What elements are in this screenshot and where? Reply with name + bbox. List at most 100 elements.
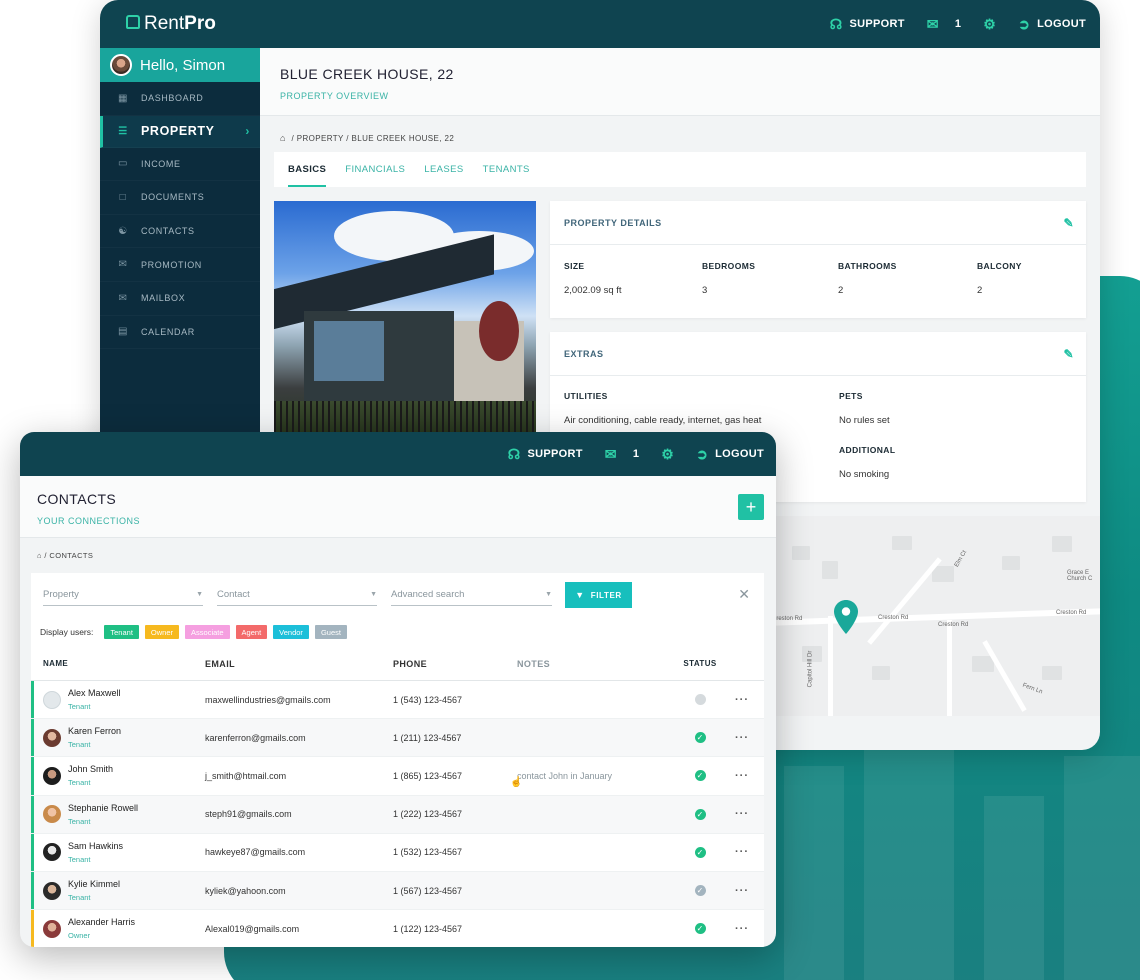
- map-label: Creston Rd: [878, 615, 909, 621]
- avatar: [43, 843, 61, 862]
- avatar: [43, 728, 61, 747]
- detail-balcony: BALCONY 2: [977, 261, 1022, 296]
- more-options-button[interactable]: ···: [720, 770, 764, 782]
- property-map[interactable]: Creston Rd Creston Rd Creston Rd Creston…: [772, 516, 1100, 716]
- contact-phone: 1 (865) 123-4567: [393, 770, 463, 781]
- card-header: EXTRAS ✎: [550, 332, 1086, 376]
- support-label: SUPPORT: [849, 18, 905, 30]
- tab-leases[interactable]: LEASES: [424, 152, 463, 187]
- contact-phone: 1 (567) 123-4567: [393, 885, 463, 896]
- tab-basics[interactable]: BASICS: [288, 152, 327, 187]
- card-icon: ▭: [117, 158, 129, 170]
- skyline-building: [984, 796, 1044, 980]
- filter-button[interactable]: ▼ FILTER: [565, 582, 632, 608]
- table-row[interactable]: Stephanie Rowell Tenant steph91@gmails.co…: [31, 795, 764, 834]
- chip-associate[interactable]: Associate: [185, 625, 230, 639]
- extras-label: PETS: [839, 391, 863, 401]
- property-details-card: PROPERTY DETAILS ✎ SIZE 2,002.09 sq ft BE…: [550, 201, 1086, 318]
- column-phone[interactable]: PHONE: [393, 659, 517, 669]
- tab-tenants[interactable]: TENANTS: [483, 152, 530, 187]
- status-cell: ✓: [680, 732, 720, 744]
- property-photo[interactable]: [274, 201, 536, 441]
- chevron-down-icon: ▼: [545, 591, 552, 598]
- advanced-search-placeholder: Advanced search: [391, 589, 465, 600]
- mail-button[interactable]: ✉ 1: [605, 446, 639, 463]
- extras-pets: PETS No rules set: [839, 391, 890, 426]
- more-options-button[interactable]: ···: [720, 885, 764, 897]
- close-icon[interactable]: ✕: [738, 586, 750, 603]
- contact-name-cell: Sam Hawkins Tenant: [31, 841, 205, 864]
- advanced-search-select[interactable]: Advanced search ▼: [391, 584, 552, 606]
- home-icon[interactable]: ⌂: [37, 551, 42, 560]
- document-icon: □: [119, 191, 127, 203]
- property-select[interactable]: Property ▼: [43, 584, 203, 606]
- logout-icon: ➲: [696, 445, 709, 462]
- tabs: BASICS FINANCIALS LEASES TENANTS: [274, 152, 1086, 187]
- user-greeting[interactable]: Hello, Simon: [100, 48, 260, 82]
- column-email[interactable]: EMAIL: [205, 659, 393, 669]
- add-contact-button[interactable]: +: [738, 494, 764, 520]
- more-options-button[interactable]: ···: [720, 694, 764, 706]
- status-check-icon: ✓: [694, 770, 706, 782]
- edit-pencil-icon[interactable]: ✎: [1063, 216, 1074, 230]
- contact-name: Stephanie Rowell: [68, 802, 139, 813]
- support-button[interactable]: ☊ SUPPORT: [830, 16, 905, 33]
- role-bar: [31, 719, 34, 757]
- column-notes[interactable]: NOTES: [517, 659, 680, 669]
- contact-email: kyliek@yahoon.com: [205, 885, 286, 896]
- logo[interactable]: Rent Pro: [126, 13, 216, 35]
- sidebar-item-income[interactable]: ▭ INCOME: [100, 148, 260, 182]
- table-row[interactable]: Kylie Kimmel Tenant kyliek@yahoon.com 1 (…: [31, 871, 764, 911]
- page-header: BLUE CREEK HOUSE, 22 PROPERTY OVERVIEW: [260, 48, 1100, 116]
- page-title: BLUE CREEK HOUSE, 22: [280, 66, 454, 82]
- more-options-button[interactable]: ···: [720, 732, 764, 744]
- column-name[interactable]: NAME: [31, 659, 205, 668]
- map-building: [1042, 666, 1062, 680]
- logout-button[interactable]: ➲ LOGOUT: [696, 446, 764, 463]
- map-pin-icon[interactable]: [834, 600, 858, 634]
- chip-guest[interactable]: Guest: [314, 625, 347, 639]
- stage: Rent Pro ☊ SUPPORT ✉ 1 ⚙ ➲ LOGOUT Hello,…: [0, 0, 1140, 980]
- sidebar-item-mailbox[interactable]: ✉ MAILBOX: [100, 282, 260, 316]
- contact-email: j_smith@htmail.com: [205, 770, 287, 781]
- sidebar-item-dashboard[interactable]: ▦ DASHBOARD: [100, 82, 260, 116]
- table-row[interactable]: Alexander Harris Owner Alexal019@gmails.c…: [31, 910, 764, 947]
- more-options-button[interactable]: ···: [720, 808, 764, 820]
- list-icon: ☰: [118, 125, 128, 137]
- breadcrumb-property[interactable]: PROPERTY: [297, 134, 344, 143]
- table-row[interactable]: Alex Maxwell Tenant maxwellindustries@gma…: [31, 681, 764, 720]
- edit-pencil-icon[interactable]: ✎: [1063, 347, 1074, 361]
- table-row[interactable]: Sam Hawkins Tenant hawkeye87@gmails.com 1…: [31, 833, 764, 872]
- table-row[interactable]: Karen Ferron Tenant karenferron@gmails.co…: [31, 719, 764, 758]
- chip-vendor[interactable]: Vendor: [273, 625, 309, 639]
- sidebar-item-calendar[interactable]: ▤ CALENDAR: [100, 316, 260, 350]
- role-bar: [31, 833, 34, 871]
- sidebar-item-documents[interactable]: □ DOCUMENTS: [100, 181, 260, 215]
- sidebar-item-contacts[interactable]: ☯ CONTACTS: [100, 215, 260, 249]
- contact-role: Owner: [68, 931, 91, 941]
- chip-tenant[interactable]: Tenant: [104, 625, 139, 639]
- chip-owner[interactable]: Owner: [144, 625, 180, 639]
- settings-button[interactable]: ⚙: [983, 16, 996, 33]
- more-options-button[interactable]: ···: [720, 846, 764, 858]
- chip-agent[interactable]: Agent: [235, 625, 268, 639]
- table-row[interactable]: John Smith Tenant j_smith@htmail.com 1 (8…: [31, 757, 764, 796]
- contact-select[interactable]: Contact ▼: [217, 584, 377, 606]
- settings-button[interactable]: ⚙: [661, 446, 674, 463]
- sidebar-item-property[interactable]: ☰ PROPERTY ›: [100, 115, 260, 148]
- status-cell: ✓: [680, 923, 720, 935]
- role-bar: [31, 681, 34, 719]
- sidebar-item-promotion[interactable]: ✉ PROMOTION: [100, 248, 260, 282]
- dashboard-icon: ▦: [117, 92, 129, 104]
- home-icon[interactable]: ⌂: [280, 133, 286, 143]
- tab-financials[interactable]: FINANCIALS: [345, 152, 405, 187]
- column-status[interactable]: STATUS: [680, 659, 720, 668]
- status-check-icon: ✓: [694, 923, 706, 935]
- mail-button[interactable]: ✉ 1: [927, 16, 961, 33]
- more-options-button[interactable]: ···: [720, 923, 764, 935]
- page-title: CONTACTS: [37, 491, 117, 507]
- logo-light: Rent: [144, 13, 185, 34]
- support-button[interactable]: ☊ SUPPORT: [508, 446, 583, 463]
- contact-email: maxwellindustries@gmails.com: [205, 694, 331, 705]
- logout-button[interactable]: ➲ LOGOUT: [1018, 16, 1086, 33]
